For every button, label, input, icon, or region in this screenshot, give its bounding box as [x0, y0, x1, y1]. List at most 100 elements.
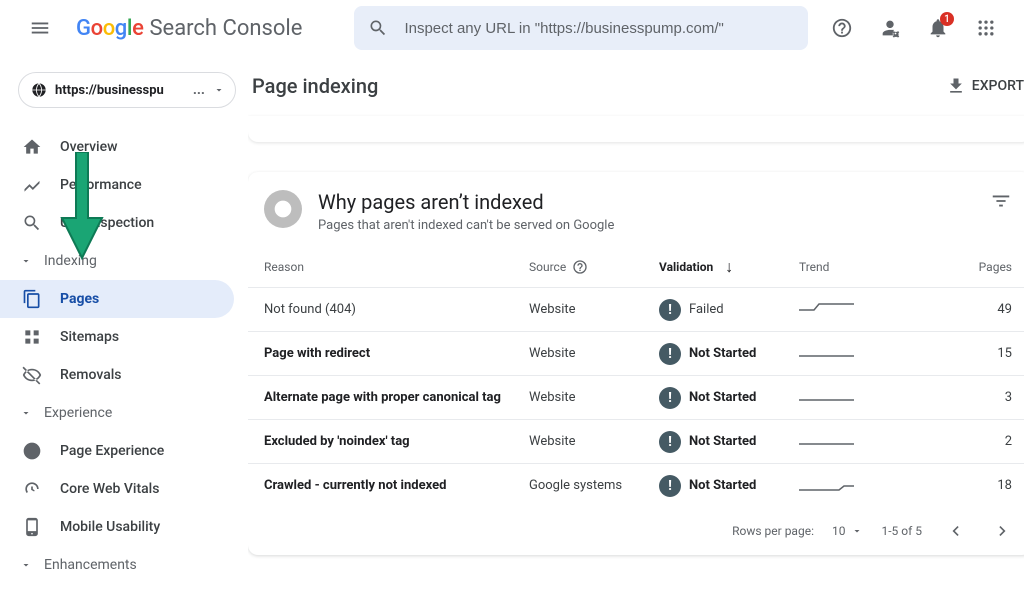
property-selector[interactable]: https://businesspu ...: [18, 72, 236, 108]
notif-badge: 1: [940, 12, 954, 26]
sparkline: [799, 388, 854, 408]
chevron-down-icon: [20, 559, 32, 571]
col-trend[interactable]: Trend: [799, 260, 879, 274]
app-header: Google Search Console 1: [0, 0, 1024, 56]
rows-per-page-select[interactable]: 10: [832, 524, 864, 538]
notifications-button[interactable]: 1: [916, 6, 960, 50]
pages-icon: [22, 289, 42, 309]
col-validation[interactable]: Validation ↓: [659, 257, 799, 277]
cell-source: Website: [529, 390, 659, 405]
alert-icon: !: [659, 387, 681, 409]
col-source[interactable]: Source: [529, 259, 659, 275]
cell-source: Google systems: [529, 478, 659, 493]
filter-button[interactable]: [990, 190, 1012, 212]
card-subtitle: Pages that aren't indexed can't be serve…: [318, 218, 974, 233]
hamburger-button[interactable]: [16, 4, 64, 52]
nav-breadcrumbs[interactable]: Breadcrumbs: [0, 584, 234, 594]
sparkline: [799, 432, 854, 452]
cell-reason: Crawled - currently not indexed: [264, 478, 529, 493]
next-page-button[interactable]: [988, 516, 1018, 546]
alert-icon: !: [659, 475, 681, 497]
alert-icon: !: [659, 431, 681, 453]
phone-icon: [22, 517, 42, 537]
prev-page-button[interactable]: [940, 516, 970, 546]
cell-validation: ! Failed: [659, 299, 799, 321]
info-icon: [264, 190, 302, 228]
logo: Google Search Console: [76, 16, 302, 41]
nav-mobile-usability[interactable]: Mobile Usability: [0, 508, 234, 546]
home-icon: [22, 137, 42, 157]
table-row[interactable]: Crawled - currently not indexed Google s…: [248, 463, 1024, 507]
nav-url-inspection[interactable]: URL inspection: [0, 204, 234, 242]
cell-pages: 49: [879, 302, 1012, 317]
cell-reason: Not found (404): [264, 302, 529, 317]
cell-pages: 3: [879, 390, 1012, 405]
chevron-down-icon: [20, 407, 32, 419]
table-footer: Rows per page: 10 1-5 of 5: [248, 507, 1024, 555]
cell-trend: [799, 300, 879, 320]
cell-validation: ! Not Started: [659, 475, 799, 497]
sparkline: [799, 476, 854, 496]
search-icon: [22, 213, 42, 233]
reasons-table: Reason Source Validation ↓ Trend Pages N…: [248, 247, 1024, 555]
search-icon: [368, 18, 388, 38]
page-title: Page indexing: [252, 74, 378, 98]
nav-removals[interactable]: Removals: [0, 356, 234, 394]
cell-source: Website: [529, 434, 659, 449]
main-content: Page indexing EXPORT Why pages aren’t in…: [248, 56, 1024, 594]
property-label: https://businesspu: [55, 83, 185, 98]
cell-reason: Page with redirect: [264, 346, 529, 361]
apps-button[interactable]: [964, 6, 1008, 50]
alert-icon: !: [659, 343, 681, 365]
sitemap-icon: [22, 327, 42, 347]
cell-source: Website: [529, 302, 659, 317]
users-button[interactable]: [868, 6, 912, 50]
cell-pages: 2: [879, 434, 1012, 449]
cell-reason: Alternate page with proper canonical tag: [264, 390, 529, 405]
nav-pages[interactable]: Pages: [0, 280, 234, 318]
nav-overview[interactable]: Overview: [0, 128, 234, 166]
globe-icon: [31, 82, 47, 98]
section-enhancements[interactable]: Enhancements: [0, 546, 248, 584]
table-row[interactable]: Page with redirect Website ! Not Started…: [248, 331, 1024, 375]
cell-source: Website: [529, 346, 659, 361]
cell-trend: [799, 476, 879, 496]
chevron-down-icon: [213, 84, 225, 96]
card-title: Why pages aren’t indexed: [318, 190, 974, 214]
url-inspect-search[interactable]: [354, 6, 808, 50]
cell-validation: ! Not Started: [659, 431, 799, 453]
table-row[interactable]: Not found (404) Website ! Failed 49: [248, 287, 1024, 331]
cell-trend: [799, 344, 879, 364]
col-pages[interactable]: Pages: [879, 260, 1012, 274]
product-name: Search Console: [149, 16, 302, 41]
cell-pages: 18: [879, 478, 1012, 493]
export-button[interactable]: EXPORT: [946, 76, 1024, 96]
sidebar: https://businesspu ... Overview Performa…: [0, 56, 248, 594]
nav-performance[interactable]: Performance: [0, 166, 234, 204]
cell-reason: Excluded by 'noindex' tag: [264, 434, 529, 449]
col-reason[interactable]: Reason: [264, 260, 529, 274]
search-input[interactable]: [404, 20, 794, 37]
section-indexing[interactable]: Indexing: [0, 242, 248, 280]
speed-icon: [22, 479, 42, 499]
cell-trend: [799, 388, 879, 408]
help-button[interactable]: [820, 6, 864, 50]
why-not-indexed-card: Why pages aren’t indexed Pages that aren…: [248, 172, 1024, 555]
nav-page-experience[interactable]: Page Experience: [0, 432, 234, 470]
table-row[interactable]: Excluded by 'noindex' tag Website ! Not …: [248, 419, 1024, 463]
chart-icon: [22, 175, 42, 195]
cell-trend: [799, 432, 879, 452]
rows-per-page-label: Rows per page:: [732, 524, 814, 538]
help-icon[interactable]: [572, 259, 588, 275]
chevron-down-icon: [20, 255, 32, 267]
cell-validation: ! Not Started: [659, 343, 799, 365]
section-experience[interactable]: Experience: [0, 394, 248, 432]
nav-core-web-vitals[interactable]: Core Web Vitals: [0, 470, 234, 508]
table-row[interactable]: Alternate page with proper canonical tag…: [248, 375, 1024, 419]
download-icon: [946, 76, 966, 96]
cell-validation: ! Not Started: [659, 387, 799, 409]
cell-pages: 15: [879, 346, 1012, 361]
filter-icon: [990, 190, 1012, 212]
nav-sitemaps[interactable]: Sitemaps: [0, 318, 234, 356]
circle-plus-icon: [22, 441, 42, 461]
